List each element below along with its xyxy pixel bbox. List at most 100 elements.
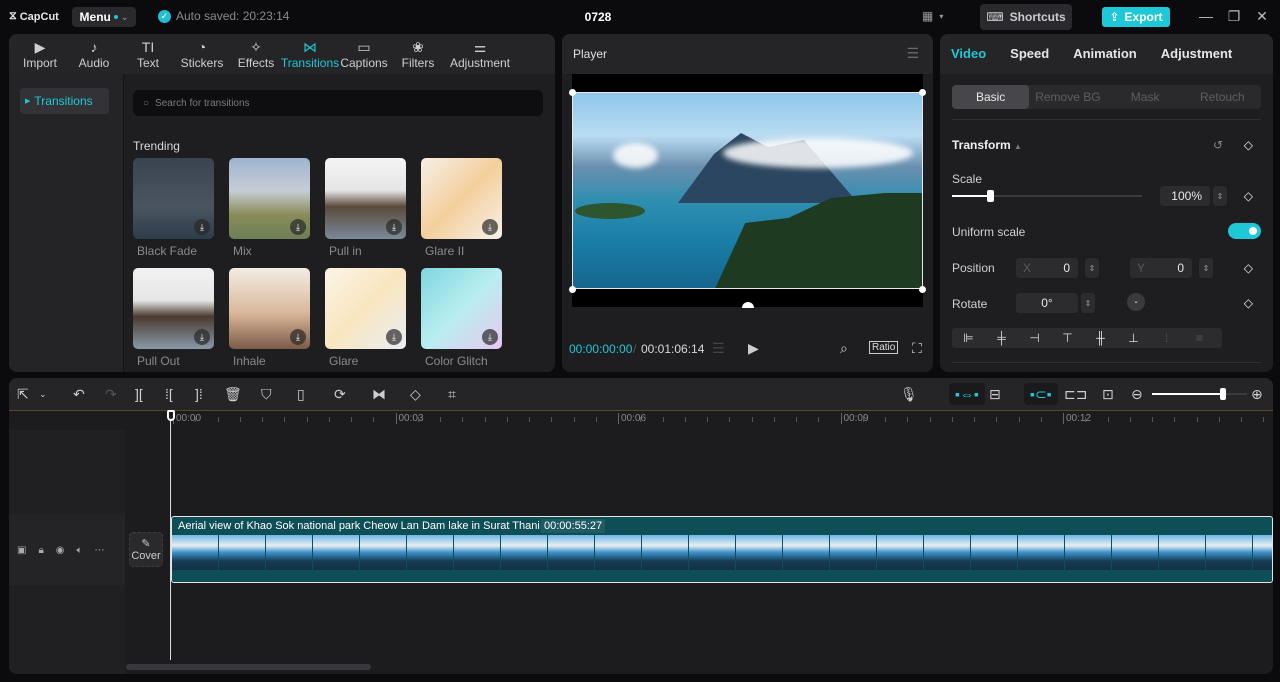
download-icon[interactable]: ⤓ [290, 329, 306, 345]
uniform-scale-toggle[interactable] [1228, 223, 1261, 239]
tool-audio[interactable]: ♪ Audio [67, 34, 121, 74]
track-thumbnail-icon[interactable]: ▣ [17, 545, 26, 556]
download-icon[interactable]: ⤓ [290, 219, 306, 235]
video-viewport[interactable] [569, 74, 926, 308]
reverse-icon[interactable]: ⟳ [334, 386, 346, 403]
transition-card[interactable]: ⤓ Pull Out [133, 268, 214, 368]
tab-adjustment[interactable]: Adjustment [1161, 34, 1233, 74]
download-icon[interactable]: ⤓ [386, 329, 402, 345]
tool-text[interactable]: TI Text [121, 34, 175, 74]
transition-thumbnail[interactable]: ⤓ [133, 158, 214, 239]
align-center-h-icon[interactable]: ╪ [985, 328, 1018, 348]
hamburger-menu-icon[interactable]: ☰ [906, 45, 919, 62]
scale-slider-knob[interactable] [987, 190, 994, 202]
timeline-ruler[interactable]: 00:00 00:03 00:06 00:09 00:12 [9, 410, 1273, 430]
transition-card[interactable]: ⤓ Pull in [325, 158, 406, 258]
rotate-input[interactable]: 0° [1016, 293, 1078, 313]
play-icon[interactable]: ▶ [748, 340, 759, 357]
split-preview-icon[interactable]: ⊏⊐ [1064, 386, 1087, 403]
download-icon[interactable]: ⤓ [194, 219, 210, 235]
more-icon[interactable]: ⋯ [95, 545, 105, 556]
chevron-down-icon[interactable]: ⌄ [39, 389, 47, 400]
resize-handle-br[interactable] [919, 286, 926, 293]
lock-icon[interactable]: 🔒︎ [38, 545, 43, 556]
rotate-handle[interactable] [742, 302, 754, 308]
ratio-button[interactable]: Ratio [869, 341, 899, 354]
zoom-slider-knob[interactable] [1220, 388, 1227, 400]
tool-captions[interactable]: ▭ Captions [337, 34, 391, 74]
timeline-zoom-slider[interactable] [1152, 388, 1247, 400]
main-track-magnet-icon[interactable]: ▪⇔▪ [949, 383, 985, 405]
scale-stepper[interactable]: ⇕ [1213, 186, 1227, 206]
fullscreen-icon[interactable]: ⛶ [912, 340, 922, 357]
transition-thumbnail[interactable]: ⤓ [229, 158, 310, 239]
transition-thumbnail[interactable]: ⤓ [421, 268, 502, 349]
scale-slider[interactable] [952, 190, 1142, 202]
position-y-input[interactable]: Y 0 [1130, 258, 1192, 278]
mirror-icon[interactable]: ⧓ [372, 386, 386, 403]
download-icon[interactable]: ⤓ [386, 219, 402, 235]
undo-icon[interactable]: ↶ [73, 386, 85, 403]
cover-button[interactable]: ✎ Cover [129, 532, 163, 567]
delete-icon[interactable]: 🗑 [224, 386, 242, 403]
subtab-remove-bg[interactable]: Remove BG [1029, 85, 1106, 109]
download-icon[interactable]: ⤓ [482, 329, 498, 345]
subtab-basic[interactable]: Basic [952, 85, 1030, 109]
tool-filters[interactable]: ❀ Filters [391, 34, 445, 74]
subtab-mask[interactable]: Mask [1107, 85, 1184, 109]
search-input[interactable]: ○ Search for transitions [133, 90, 543, 116]
resize-handle-tr[interactable] [919, 89, 926, 96]
transition-card[interactable]: ⤓ Glare II [421, 158, 502, 258]
transition-card[interactable]: ⤓ Inhale [229, 268, 310, 368]
shortcuts-button[interactable]: ⌨ Shortcuts [980, 4, 1072, 30]
transform-section-title[interactable]: Transform ▲ [952, 138, 1022, 152]
layout-button[interactable]: ▦ ▾ [922, 9, 943, 23]
reset-icon[interactable]: ↺ [1213, 138, 1223, 152]
position-x-input[interactable]: X 0 [1016, 258, 1078, 278]
rotate-dial[interactable]: - [1127, 293, 1145, 311]
transition-card[interactable]: ⤓ Glare [325, 268, 406, 368]
split-right-icon[interactable]: ]⁞ [195, 386, 203, 402]
restore-icon[interactable]: ❐ [1226, 8, 1242, 25]
auto-snap-icon[interactable]: ⊟ [989, 386, 1001, 403]
horizontal-scrollbar[interactable] [126, 664, 371, 670]
rotate-icon[interactable]: ◇ [410, 386, 421, 403]
resize-handle-bl[interactable] [569, 286, 576, 293]
tool-stickers[interactable]: ◔ Stickers [175, 34, 229, 74]
waveform-icon[interactable]: ☰ [712, 340, 725, 357]
preview-axis-icon[interactable]: ⊡ [1102, 386, 1114, 403]
position-y-stepper[interactable]: ⇕ [1199, 258, 1213, 278]
download-icon[interactable]: ⤓ [194, 329, 210, 345]
video-frame[interactable] [572, 92, 923, 289]
transition-thumbnail[interactable]: ⤓ [229, 268, 310, 349]
rotate-stepper[interactable]: ⇕ [1081, 293, 1095, 313]
download-icon[interactable]: ⤓ [482, 219, 498, 235]
transition-thumbnail[interactable]: ⤓ [325, 268, 406, 349]
microphone-icon[interactable]: 🎙 [900, 386, 918, 403]
keyframe-icon[interactable]: ◇ [1244, 296, 1253, 310]
tool-transitions[interactable]: ⋈ Transitions [281, 34, 339, 74]
export-button[interactable]: ⇪ Export [1102, 7, 1170, 27]
playhead-line[interactable] [170, 410, 171, 660]
scale-input[interactable]: 100% [1160, 186, 1210, 206]
transition-thumbnail[interactable]: ⤓ [325, 158, 406, 239]
transition-thumbnail[interactable]: ⤓ [133, 268, 214, 349]
split-icon[interactable]: ][ [135, 386, 143, 402]
transition-card[interactable]: ⤓ Mix [229, 158, 310, 258]
freeze-icon[interactable]: ▯ [297, 386, 305, 403]
align-bottom-icon[interactable]: ⊥ [1117, 328, 1150, 348]
keyframe-icon[interactable]: ◇ [1244, 261, 1253, 275]
linkage-icon[interactable]: ▪⊂▪ [1024, 383, 1058, 405]
minimize-icon[interactable]: — [1198, 8, 1214, 24]
tab-video[interactable]: Video [951, 34, 986, 74]
split-left-icon[interactable]: ⁞[ [165, 386, 173, 402]
zoom-fit-icon[interactable]: ⌕ [840, 340, 848, 357]
keyframe-icon[interactable]: ◇ [1244, 189, 1253, 203]
close-icon[interactable]: ✕ [1254, 8, 1270, 25]
subtab-retouch[interactable]: Retouch [1184, 85, 1261, 109]
tab-animation[interactable]: Animation [1073, 34, 1137, 74]
category-transitions[interactable]: ▶ Transitions [20, 88, 109, 114]
align-left-icon[interactable]: ⊫ [952, 328, 985, 348]
keyframe-icon[interactable]: ◇ [1244, 138, 1253, 152]
align-top-icon[interactable]: ⊤ [1051, 328, 1084, 348]
